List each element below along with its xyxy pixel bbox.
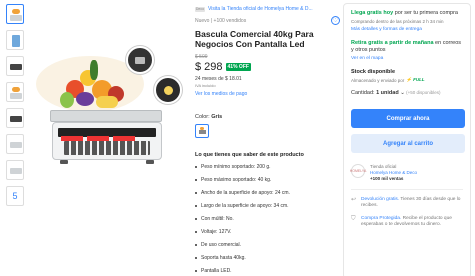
protect-link[interactable]: Compra Protegida. [361,216,401,221]
feature-item: Largo de la superficie de apoyo: 34 cm. [195,203,340,209]
old-price: $ 509 [195,54,208,60]
heart-icon[interactable]: ♡ [331,16,340,25]
return-link[interactable]: Devolución gratis. [361,197,399,202]
product-info: Deco Visita la Tienda oficial de Homelya… [195,4,340,276]
store-card[interactable]: HOMELYA Tienda oficial Homelya Home & De… [350,164,463,182]
buy-box: Llega gratis hoy por ser tu primera comp… [343,3,471,276]
feature-item: Voltaje: 127V. [195,229,340,235]
installments: 24 meses de $ 18.01 [195,76,242,82]
store-mini-logo: Deco [195,6,205,12]
condition-row: Nuevo | +100 vendidos ♡ [195,16,340,25]
qty-available: (+50 disponibles) [404,90,441,95]
qty-label: Cantidad: [351,90,377,96]
price: $ 298 [195,61,223,73]
shipping-info: Llega gratis hoy por ser tu primera comp… [351,10,463,17]
color-swatch-gris[interactable] [195,124,209,138]
return-policy: ↩ Devolución gratis. Tienes 30 días desd… [351,197,463,209]
feature-item: Peso máximo soportado: 40 kg. [195,177,340,183]
feature-item: Soporta hasta 40kg. [195,255,340,261]
stock-title: Stock disponible [351,69,396,75]
add-to-cart-button[interactable]: Agregar al carrito [351,134,465,153]
features-list: Peso mínimo soportado: 200 g. Peso máxim… [195,164,340,274]
shield-icon: ⛉ [351,216,356,222]
zoom-detail-button [154,76,182,104]
store-text: Tienda oficial Homelya Home & Deco +100 … [370,164,417,182]
ship-free-rest: por ser tu primera compra [393,10,458,16]
thumbnail-7[interactable] [6,160,24,180]
color-value: Gris [211,114,223,120]
iva-label: IVA incluido [195,83,216,88]
payment-methods-link[interactable]: Ver los medios de pago [195,91,340,97]
store-logo: HOMELYA [350,164,366,178]
feature-item: Ancho de la superficie de apoyo: 24 cm. [195,190,340,196]
protected-purchase: ⛉ Compra Protegida. Recibe el producto q… [351,216,463,228]
visit-store-link[interactable]: Visita la Tienda oficial de Homelya Home… [208,6,313,12]
color-label: Color: Gris [195,114,340,120]
discount-badge: 41% OFF [225,63,251,71]
buy-now-button[interactable]: Comprar ahora [351,109,465,128]
zoom-detail-display [126,46,154,74]
product-page: 5 Deco Visita la Tienda oficial de Homel… [0,0,475,276]
ship-free: Llega gratis hoy [351,10,394,16]
pickup-free: Retira gratis a partir de mañana [351,40,434,46]
thumbnail-2[interactable] [6,30,24,50]
feature-item: De uso comercial. [195,242,340,248]
qty-value: 1 unidad [376,90,399,96]
official-store-banner[interactable]: Deco Visita la Tienda oficial de Homelya… [195,4,340,14]
condition-sold: Nuevo | +100 vendidos [195,17,247,24]
thumbnail-4[interactable] [6,82,24,102]
color-label-text: Color: [195,114,210,120]
thumbnail-strip: 5 [6,4,24,212]
more-count: 5 [12,191,18,201]
product-main-image[interactable] [30,18,186,198]
stock-sub: Almacenado y enviado por ⚡ FULL [351,77,463,83]
product-title: Bascula Comercial 40kg Para Negocios Con… [195,29,314,49]
feature-item: Pantalla LED. [195,268,340,274]
thumbnail-5[interactable] [6,108,24,128]
pickup-info: Retira gratis a partir de mañana en corr… [351,40,463,54]
feature-item: Con múltil: No. [195,216,340,222]
thumbnail-1[interactable] [6,4,24,24]
feature-item: Peso mínimo soportado: 200 g. [195,164,340,170]
thumbnail-6[interactable] [6,134,24,154]
quantity-selector[interactable]: Cantidad: 1 unidad ⌄ (+50 disponibles) [351,90,463,96]
stock-sub-text: Almacenado y enviado por [351,77,405,83]
thumbnail-more[interactable]: 5 [6,186,24,206]
store-sales: +100 mil ventas [370,176,404,181]
shipping-deadline: Comprando dentro de las próximas 2 h 34 … [351,19,444,24]
full-badge: ⚡ FULL [406,77,425,82]
features-title: Lo que tienes que saber de este producto [195,152,304,158]
thumbnail-3[interactable] [6,56,24,76]
price-row: $ 298 41% OFF [195,61,340,73]
return-icon: ↩ [351,197,357,203]
